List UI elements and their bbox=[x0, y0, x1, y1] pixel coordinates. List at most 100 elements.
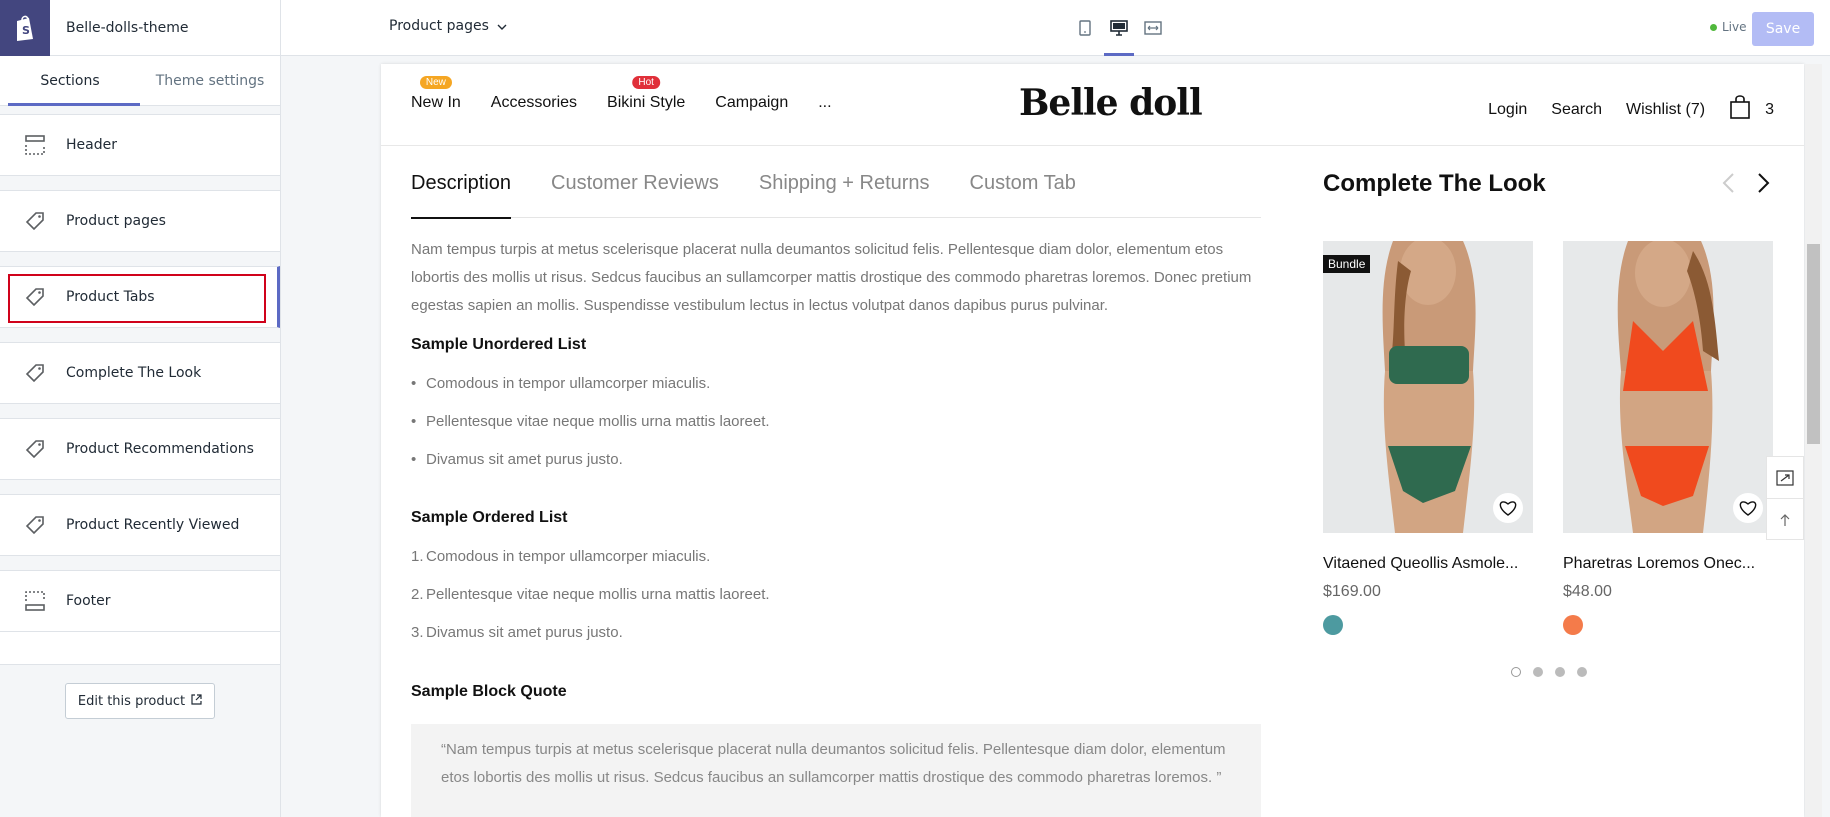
product-name[interactable]: Pharetras Loremos Onec... bbox=[1563, 555, 1773, 573]
shopping-bag-icon bbox=[1729, 94, 1751, 125]
resize-icon[interactable] bbox=[1767, 457, 1803, 499]
list-item: 3. Divamus sit amet purus justo. bbox=[411, 623, 623, 641]
unordered-list-heading: Sample Unordered List bbox=[411, 336, 587, 353]
nav-label: Bikini Style bbox=[607, 94, 686, 111]
store-preview: New New In Accessories Hot Bikini Style … bbox=[381, 64, 1804, 817]
tab-shipping-returns[interactable]: Shipping + Returns bbox=[759, 172, 930, 218]
carousel-arrows bbox=[1721, 172, 1771, 199]
page-selector-label: Product pages bbox=[389, 18, 489, 34]
list-item: 2. Pellentesque vitae neque mollis urna m… bbox=[411, 585, 770, 603]
product-image[interactable]: Bundle bbox=[1323, 241, 1533, 533]
chevron-right-icon[interactable] bbox=[1757, 172, 1771, 199]
pagination-dot[interactable] bbox=[1555, 667, 1565, 677]
ordered-list-heading: Sample Ordered List bbox=[411, 509, 568, 526]
section-list: Header Product pages Product Tabs Comple… bbox=[0, 106, 280, 632]
product-card[interactable]: Pharetras Loremos Onec... $48.00 bbox=[1563, 241, 1773, 635]
sidebar-tabs: Sections Theme settings bbox=[0, 56, 280, 106]
floating-tools bbox=[1766, 456, 1804, 540]
color-swatch[interactable] bbox=[1323, 615, 1343, 635]
sidebar-footer: Edit this product bbox=[0, 664, 280, 817]
hot-badge: Hot bbox=[632, 76, 660, 89]
nav-new-in[interactable]: New New In bbox=[411, 76, 461, 112]
nav-accessories[interactable]: Accessories bbox=[491, 94, 577, 112]
tag-icon bbox=[22, 513, 48, 537]
editor-topbar: Product pages Live Save bbox=[281, 0, 1830, 56]
svg-text:S: S bbox=[22, 24, 30, 37]
section-item-label: Product pages bbox=[66, 213, 166, 229]
page-selector-dropdown[interactable]: Product pages bbox=[389, 18, 507, 34]
section-item-footer[interactable]: Footer bbox=[0, 570, 280, 632]
wishlist-heart-icon[interactable] bbox=[1493, 493, 1523, 523]
shopify-logo-icon[interactable]: S bbox=[0, 0, 50, 56]
edit-product-button[interactable]: Edit this product bbox=[65, 683, 215, 719]
header-layout-icon bbox=[22, 133, 48, 157]
pagination-dot[interactable] bbox=[1577, 667, 1587, 677]
list-item: • Pellentesque vitae neque mollis urna ma… bbox=[411, 412, 770, 430]
pagination-dot[interactable] bbox=[1511, 667, 1521, 677]
tab-customer-reviews[interactable]: Customer Reviews bbox=[551, 172, 719, 218]
product-name[interactable]: Vitaened Queollis Asmole... bbox=[1323, 555, 1533, 573]
tab-custom[interactable]: Custom Tab bbox=[970, 172, 1076, 218]
save-button[interactable]: Save bbox=[1752, 12, 1814, 46]
product-price: $169.00 bbox=[1323, 583, 1381, 600]
section-item-label: Header bbox=[66, 137, 117, 153]
ordered-list: 1. Comodous in tempor ullamcorper miaculi… bbox=[411, 537, 770, 651]
block-quote-heading: Sample Block Quote bbox=[411, 683, 567, 700]
cart-count: 3 bbox=[1765, 100, 1774, 118]
section-item-complete-the-look[interactable]: Complete The Look bbox=[0, 342, 280, 404]
store-header: New New In Accessories Hot Bikini Style … bbox=[381, 64, 1804, 146]
list-item: • Comodous in tempor ullamcorper miaculis… bbox=[411, 374, 711, 392]
tab-theme-settings[interactable]: Theme settings bbox=[140, 56, 280, 105]
product-image[interactable] bbox=[1563, 241, 1773, 533]
desktop-view-icon[interactable] bbox=[1102, 0, 1136, 56]
nav-label: Accessories bbox=[490, 94, 578, 111]
tag-icon bbox=[22, 437, 48, 461]
live-status: Live bbox=[1710, 20, 1747, 34]
preview-scrollbar-thumb[interactable] bbox=[1807, 244, 1820, 444]
section-item-product-recently-viewed[interactable]: Product Recently Viewed bbox=[0, 494, 280, 556]
section-item-header[interactable]: Header bbox=[0, 114, 280, 176]
search-link[interactable]: Search bbox=[1551, 101, 1602, 119]
login-link[interactable]: Login bbox=[1488, 101, 1527, 119]
section-item-product-tabs[interactable]: Product Tabs bbox=[0, 266, 280, 328]
cart-button[interactable]: 3 bbox=[1729, 94, 1774, 125]
list-item: 1. Comodous in tempor ullamcorper miaculi… bbox=[411, 547, 711, 565]
nav-bikini-style[interactable]: Hot Bikini Style bbox=[607, 76, 686, 112]
section-item-product-recommendations[interactable]: Product Recommendations bbox=[0, 418, 280, 480]
store-logo[interactable]: Belle doll bbox=[1019, 82, 1203, 124]
new-badge: New bbox=[419, 76, 452, 89]
pagination-dot[interactable] bbox=[1533, 667, 1543, 677]
fullscreen-view-icon[interactable] bbox=[1136, 0, 1170, 56]
section-item-label: Product Recommendations bbox=[66, 441, 254, 457]
mobile-view-icon[interactable] bbox=[1068, 0, 1102, 56]
carousel-pagination bbox=[1511, 667, 1587, 677]
tab-sections[interactable]: Sections bbox=[0, 56, 140, 106]
description-text: Nam tempus turpis at metus scelerisque p… bbox=[411, 241, 1252, 314]
color-swatch[interactable] bbox=[1563, 615, 1583, 635]
nav-label: New In bbox=[411, 94, 461, 111]
main-nav: New New In Accessories Hot Bikini Style … bbox=[411, 76, 832, 112]
nav-more[interactable]: ... bbox=[818, 94, 831, 112]
nav-campaign[interactable]: Campaign bbox=[715, 94, 788, 112]
chevron-left-icon[interactable] bbox=[1721, 172, 1735, 199]
theme-editor-sidebar: S Belle-dolls-theme Sections Theme setti… bbox=[0, 0, 281, 817]
wishlist-heart-icon[interactable] bbox=[1733, 493, 1763, 523]
footer-layout-icon bbox=[22, 589, 48, 613]
theme-name: Belle-dolls-theme bbox=[66, 19, 189, 36]
live-label: Live bbox=[1722, 20, 1747, 34]
product-price: $48.00 bbox=[1563, 583, 1612, 600]
section-item-product-pages[interactable]: Product pages bbox=[0, 190, 280, 252]
section-item-label: Footer bbox=[66, 593, 111, 609]
back-to-top-icon[interactable] bbox=[1767, 499, 1803, 541]
product-tabs: Description Customer Reviews Shipping + … bbox=[411, 172, 1261, 219]
wishlist-link[interactable]: Wishlist (7) bbox=[1626, 101, 1705, 119]
section-item-label: Complete The Look bbox=[66, 365, 202, 381]
tab-description[interactable]: Description bbox=[411, 172, 512, 219]
section-item-label: Product Recently Viewed bbox=[66, 517, 240, 533]
theme-header: S Belle-dolls-theme bbox=[0, 0, 280, 56]
account-links: Login Search Wishlist (7) 3 bbox=[1404, 94, 1804, 125]
product-card[interactable]: Bundle Vitaened Queollis Asmole... $169.… bbox=[1323, 241, 1533, 635]
tag-icon bbox=[22, 361, 48, 385]
complete-look-title: Complete The Look bbox=[1323, 170, 1546, 197]
unordered-list: • Comodous in tempor ullamcorper miaculis… bbox=[411, 364, 770, 478]
